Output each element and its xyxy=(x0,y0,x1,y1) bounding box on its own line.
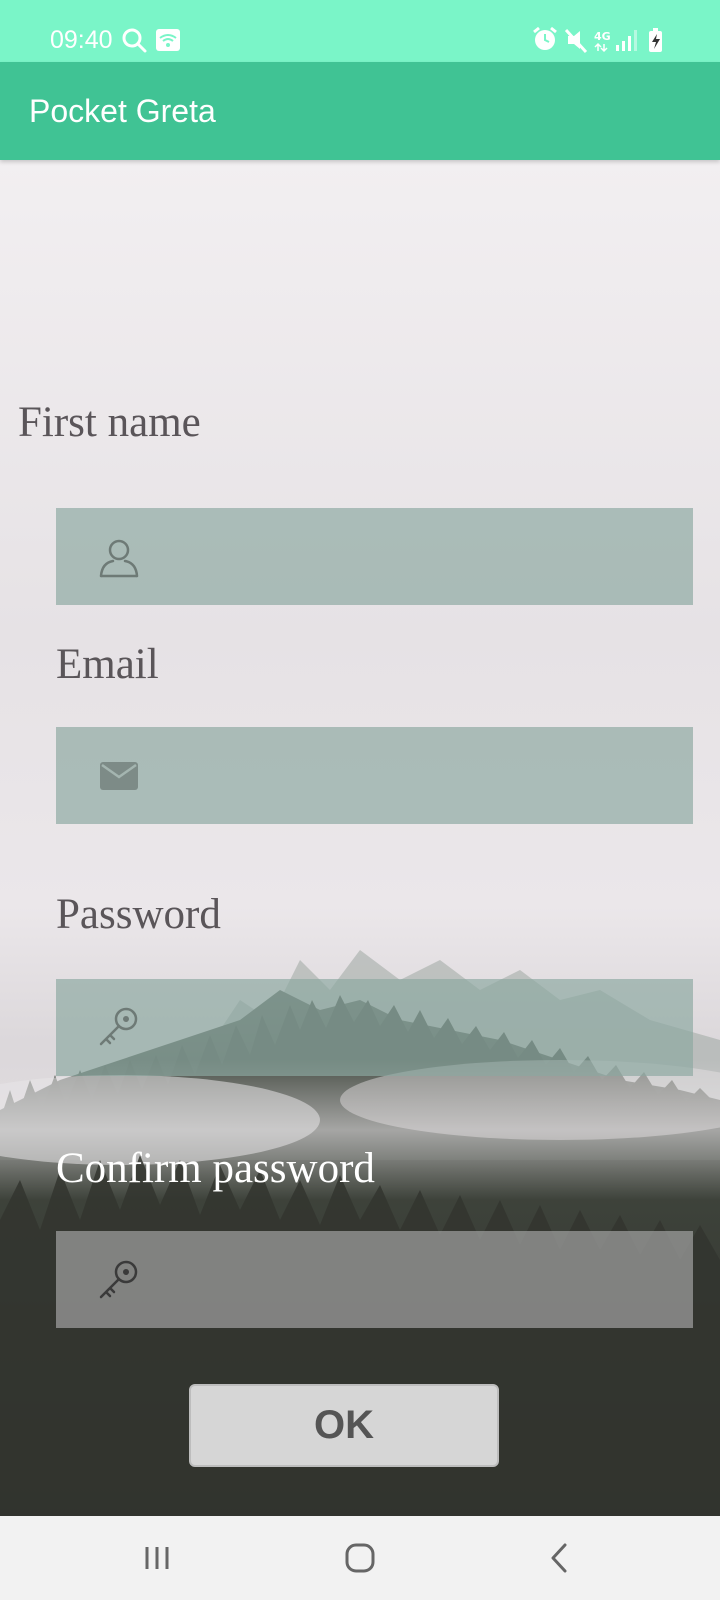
status-bar: 09:40 4G xyxy=(0,0,720,62)
key-icon xyxy=(99,1260,138,1299)
person-icon xyxy=(99,539,139,578)
first-name-label: First name xyxy=(18,399,201,446)
password-input[interactable] xyxy=(56,979,693,1076)
ok-button[interactable]: OK xyxy=(189,1384,499,1467)
navigation-bar xyxy=(0,1516,720,1600)
search-icon xyxy=(122,28,147,53)
status-left-icons xyxy=(122,28,180,53)
wifi-calling-icon xyxy=(156,29,180,51)
recent-apps-icon[interactable] xyxy=(132,1536,182,1580)
first-name-input[interactable] xyxy=(56,508,693,605)
password-label: Password xyxy=(56,891,221,938)
mute-icon xyxy=(564,28,588,54)
email-label: Email xyxy=(56,641,159,688)
back-icon[interactable] xyxy=(535,1536,585,1580)
mail-icon xyxy=(100,762,138,790)
network-4g-icon: 4G xyxy=(594,30,611,53)
svg-text:4G: 4G xyxy=(594,30,611,43)
status-right-icons: 4G xyxy=(533,26,662,54)
confirm-password-input[interactable] xyxy=(56,1231,693,1328)
status-time: 09:40 xyxy=(50,26,113,54)
signal-icon xyxy=(616,30,637,51)
key-icon xyxy=(99,1007,138,1046)
confirm-password-label: Confirm password xyxy=(56,1145,375,1192)
app-title: Pocket Greta xyxy=(29,93,216,129)
battery-charging-icon xyxy=(649,28,662,52)
email-input[interactable] xyxy=(56,727,693,824)
app-bar: Pocket Greta xyxy=(0,62,720,160)
home-icon[interactable] xyxy=(335,1536,385,1580)
screen: 09:40 4G Pocket Greta First name Email P… xyxy=(0,0,720,1600)
alarm-icon xyxy=(533,26,557,50)
